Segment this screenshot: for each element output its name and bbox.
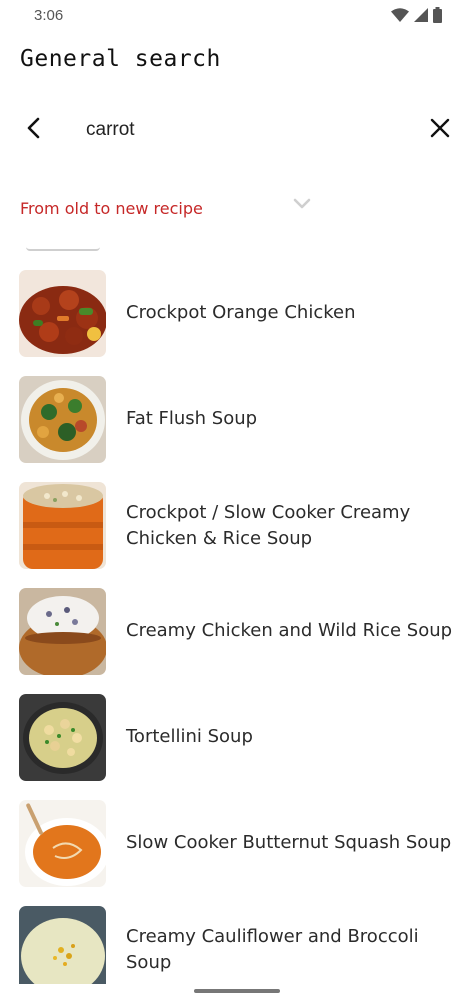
recipe-name: Crockpot Orange Chicken — [126, 302, 356, 323]
recipe-name: Slow Cooker Butternut Squash Soup — [126, 832, 452, 853]
recipe-item[interactable]: Tortellini Soup — [0, 694, 474, 800]
back-button[interactable] — [16, 112, 52, 148]
status-bar: 3:06 — [0, 0, 474, 34]
app-screen: 3:06 General search From old to new reci… — [0, 0, 474, 1000]
arrow-back-icon — [23, 117, 45, 143]
recipe-item[interactable]: Slow Cooker Butternut Squash Soup — [0, 800, 474, 906]
recipe-thumbnail — [19, 270, 106, 357]
recipe-thumbnail — [19, 482, 106, 569]
recipe-item[interactable]: Crockpot / Slow Cooker Creamy Chicken & … — [0, 482, 474, 588]
recipe-thumbnail — [19, 800, 106, 887]
search-input[interactable] — [86, 114, 406, 146]
sort-order-dropdown[interactable]: From old to new recipe — [20, 190, 320, 226]
sort-order-label: From old to new recipe — [20, 198, 203, 218]
clear-search-button[interactable] — [422, 112, 458, 148]
battery-icon — [433, 7, 442, 23]
recipe-list[interactable]: Crockpot Orange Chicken Fat Flush Soup C… — [0, 244, 474, 984]
recipe-name: Crockpot / Slow Cooker Creamy Chicken & … — [126, 502, 411, 549]
recipe-item[interactable]: Crockpot Orange Chicken — [0, 270, 474, 376]
recipe-name: Creamy Chicken and Wild Rice Soup — [126, 620, 453, 641]
recipe-thumbnail — [19, 906, 106, 984]
recipe-item[interactable]: Creamy Chicken and Wild Rice Soup — [0, 588, 474, 694]
partial-thumbnail-edge — [26, 247, 100, 251]
close-icon — [430, 118, 450, 142]
page-title: General search — [20, 46, 221, 72]
recipe-name: Tortellini Soup — [126, 726, 253, 747]
recipe-thumbnail — [19, 376, 106, 463]
status-icons — [391, 7, 442, 23]
status-time: 3:06 — [34, 7, 64, 24]
recipe-item[interactable]: Creamy Cauliflower and Broccoli Soup — [0, 906, 474, 984]
recipe-thumbnail — [19, 588, 106, 675]
recipe-item[interactable]: Fat Flush Soup — [0, 376, 474, 482]
chevron-down-icon — [292, 196, 312, 215]
recipe-thumbnail — [19, 694, 106, 781]
recipe-name: Creamy Cauliflower and Broccoli Soup — [126, 926, 419, 973]
signal-icon — [414, 8, 428, 22]
wifi-icon — [391, 8, 409, 22]
recipe-name: Fat Flush Soup — [126, 408, 258, 429]
home-indicator[interactable] — [194, 989, 280, 993]
